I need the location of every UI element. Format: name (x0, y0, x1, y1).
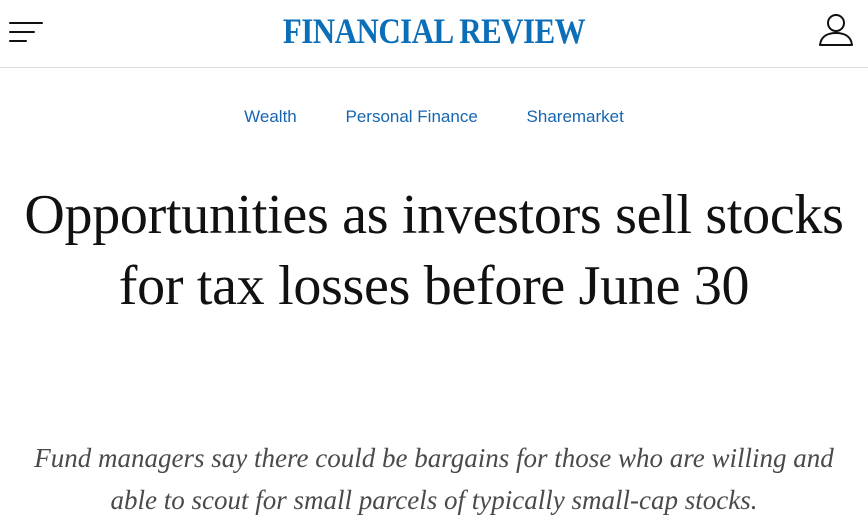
site-logo[interactable]: FINANCIAL REVIEW (61, 11, 807, 51)
menu-line-bottom (9, 40, 27, 42)
top-navigation-bar: FINANCIAL REVIEW (0, 0, 868, 68)
breadcrumb-sharemarket[interactable]: Sharemarket (527, 107, 624, 126)
article-headline: Opportunities as investors sell stocks f… (24, 184, 844, 317)
menu-line-middle (9, 31, 35, 33)
account-button[interactable] (816, 10, 856, 50)
user-account-icon (819, 14, 853, 46)
menu-line-top (9, 22, 43, 24)
menu-button[interactable] (6, 14, 46, 50)
breadcrumb-personal-finance[interactable]: Personal Finance (345, 107, 477, 126)
article-standfirst: Fund managers say there could be bargain… (34, 443, 834, 515)
breadcrumb-wealth[interactable]: Wealth (244, 107, 297, 126)
section-breadcrumbs: Wealth Personal Finance Sharemarket (0, 106, 868, 128)
